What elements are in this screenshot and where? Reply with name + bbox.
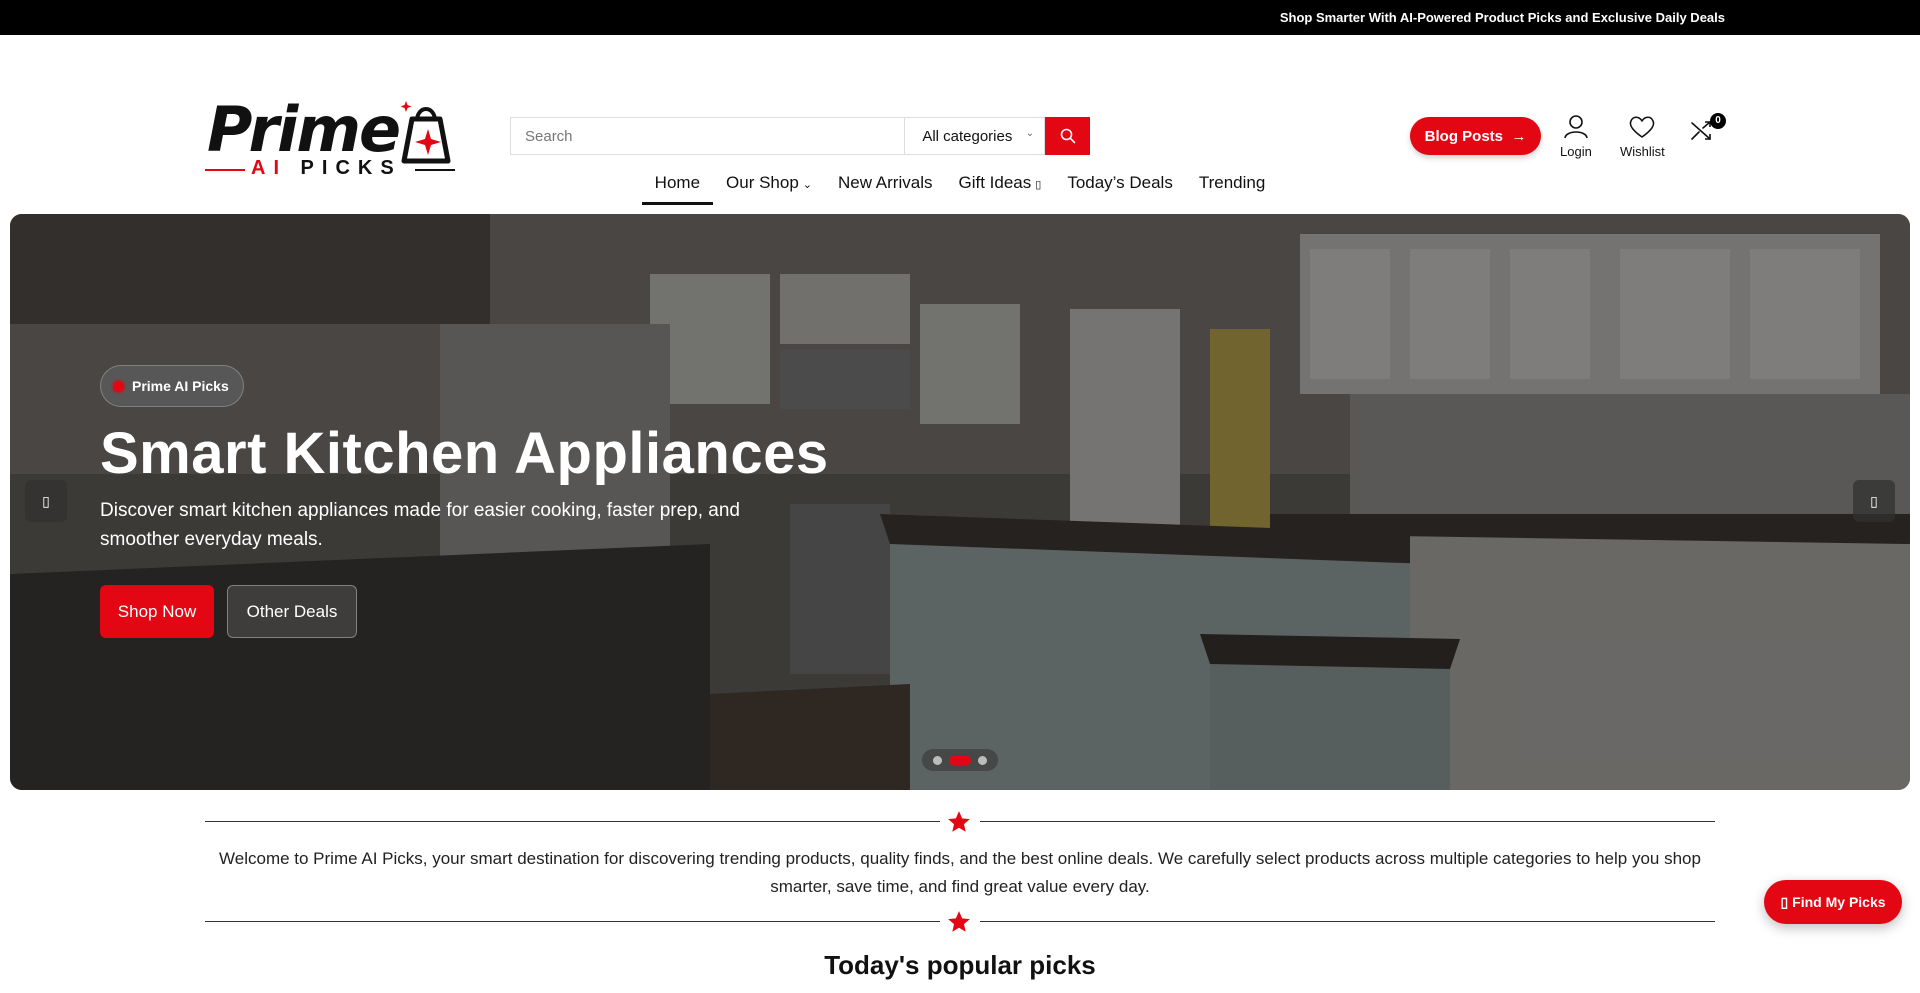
missing-glyph-icon: ▯ [1035, 179, 1042, 191]
category-select[interactable]: All categories ⌄ [904, 117, 1046, 155]
hero-slider: Prime AI Picks Smart Kitchen Appliances … [10, 214, 1910, 790]
chevron-down-icon: ⌄ [802, 179, 813, 191]
search-bar: All categories ⌄ [510, 117, 1090, 155]
search-button[interactable] [1045, 117, 1090, 155]
arrow-right-icon: → [1511, 127, 1527, 145]
nav-todays-deals[interactable]: Today’s Deals [1054, 172, 1186, 202]
welcome-text: Welcome to Prime AI Picks, your smart de… [219, 849, 1701, 896]
nav-label: Trending [1198, 173, 1266, 192]
nav-label: Home [654, 173, 701, 192]
nav-new-arrivals[interactable]: New Arrivals [825, 172, 945, 202]
slider-prev-button[interactable]: ▯ [25, 480, 67, 522]
slider-dot-active[interactable] [949, 755, 971, 765]
blog-posts-label: Blog Posts [1424, 127, 1503, 145]
hero-title: Smart Kitchen Appliances [100, 421, 829, 486]
search-input[interactable] [510, 117, 905, 155]
nav-label: Gift Ideas [958, 173, 1032, 192]
shopping-bag-icon [400, 101, 451, 164]
section-heading: Today's popular picks [824, 950, 1096, 980]
section-divider [205, 811, 1715, 832]
hero-badge: Prime AI Picks [100, 365, 244, 407]
nav-label: Our Shop [726, 173, 799, 192]
nav-home[interactable]: Home [641, 172, 714, 205]
missing-glyph-icon: ▯ [1780, 893, 1789, 910]
find-my-picks-label: Find My Picks [1792, 894, 1886, 910]
nav-label: New Arrivals [838, 173, 933, 192]
user-icon [1564, 115, 1588, 139]
nav-gift-ideas[interactable]: Gift Ideas ▯ [945, 172, 1054, 202]
slider-dot[interactable] [978, 755, 987, 765]
slider-next-button[interactable]: ▯ [1853, 480, 1895, 522]
chevron-right-icon: ▯ [1870, 492, 1878, 509]
hero-description: Discover smart kitchen appliances made f… [100, 500, 740, 550]
heart-icon [1630, 116, 1655, 138]
wishlist-label: Wishlist [1620, 144, 1665, 159]
find-my-picks-button[interactable]: ▯ Find My Picks [1764, 880, 1902, 924]
divider-line [980, 921, 1715, 922]
compare-count-badge: 0 [1710, 113, 1726, 129]
divider-line [980, 821, 1715, 822]
shop-now-button[interactable]: Shop Now [100, 585, 214, 638]
chevron-down-icon: ⌄ [1025, 128, 1035, 139]
chevron-left-icon: ▯ [42, 492, 50, 509]
divider-line [205, 921, 940, 922]
slider-dot[interactable] [933, 755, 942, 765]
blog-posts-button[interactable]: Blog Posts → [1410, 117, 1541, 155]
top-announcement-bar: Shop Smarter With AI-Powered Product Pic… [0, 0, 1920, 35]
announcement-text: Shop Smarter With AI-Powered Product Pic… [1279, 10, 1725, 25]
other-deals-button[interactable]: Other Deals [227, 585, 357, 638]
nav-trending[interactable]: Trending [1186, 172, 1278, 202]
main-navigation: Home Our Shop ⌄ New Arrivals Gift Ideas ▯ … [0, 172, 1920, 205]
search-icon [1060, 128, 1075, 144]
compare-link[interactable]: 0 [1690, 113, 1726, 146]
login-link[interactable]: Login [1560, 115, 1592, 159]
section-divider [205, 911, 1715, 932]
logo-wordmark: Prime [207, 93, 401, 166]
wishlist-link[interactable]: Wishlist [1620, 115, 1665, 159]
hero-badge-label: Prime AI Picks [132, 378, 229, 394]
slider-pagination [922, 749, 998, 771]
site-header: Prime AI PICKS All categories ⌄ Blog Pos… [0, 35, 1920, 179]
login-label: Login [1560, 144, 1592, 159]
logo-divider-right [415, 169, 455, 171]
logo-divider-left [205, 169, 245, 171]
nav-label: Today’s Deals [1067, 173, 1173, 192]
category-select-value: All categories [922, 127, 1013, 145]
star-icon [948, 811, 970, 832]
divider-line [205, 821, 940, 822]
nav-our-shop[interactable]: Our Shop ⌄ [713, 172, 825, 202]
red-dot-icon [113, 380, 124, 392]
star-icon [948, 911, 970, 932]
